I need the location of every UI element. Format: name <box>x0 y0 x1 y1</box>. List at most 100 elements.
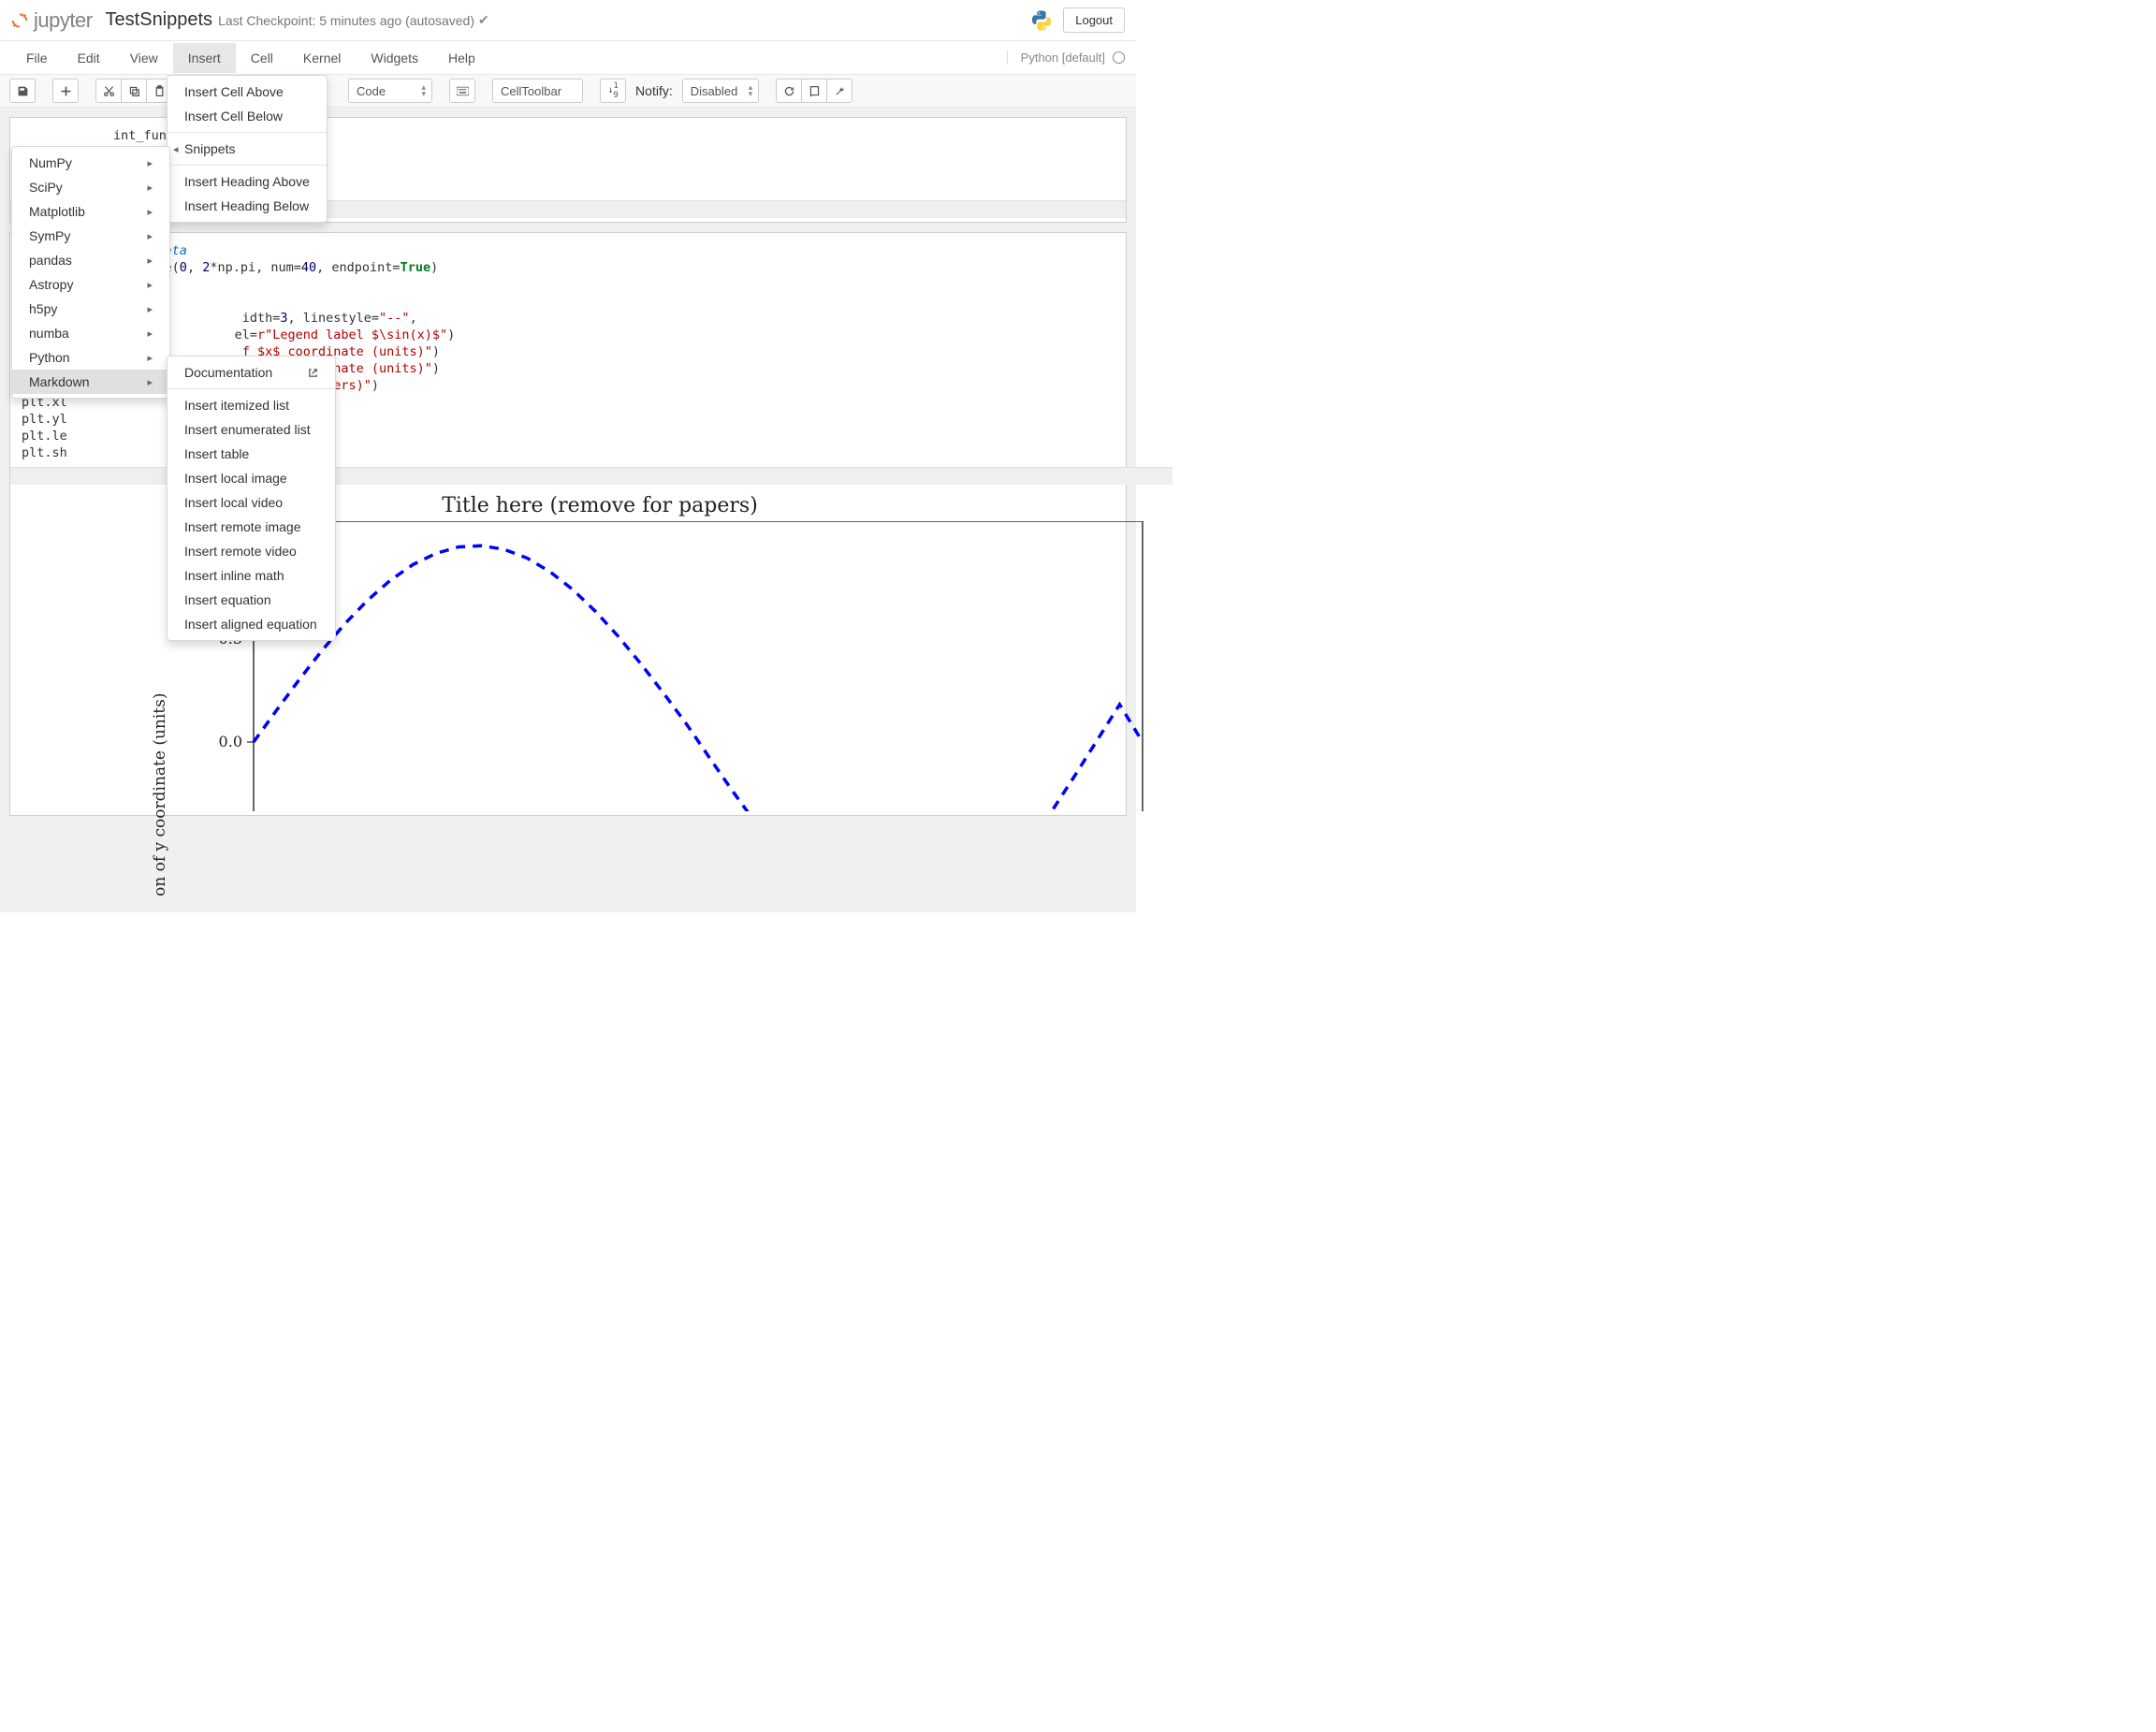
menu-item-pandas[interactable]: pandas ▸ <box>12 248 169 272</box>
y-axis-label: on of y coordinate (units) <box>151 693 169 897</box>
python-icon <box>1031 10 1052 31</box>
external-link-icon <box>308 368 318 378</box>
chevron-right-icon: ▸ <box>147 255 153 267</box>
menu-item-insert-itemized-list[interactable]: Insert itemized list <box>168 393 335 417</box>
kernel-indicator: Python [default] <box>1007 51 1125 65</box>
menu-item-insert-local-video[interactable]: Insert local video <box>168 490 335 515</box>
notify-select[interactable]: Disabled▴▾ <box>682 79 760 103</box>
menu-help[interactable]: Help <box>433 43 490 73</box>
menu-item-insert-inline-math[interactable]: Insert inline math <box>168 563 335 588</box>
menu-item-label: Insert remote image <box>184 519 301 534</box>
menu-item-insert-remote-image[interactable]: Insert remote image <box>168 515 335 539</box>
menu-item-insert-enumerated-list[interactable]: Insert enumerated list <box>168 417 335 442</box>
menu-item-label: Snippets <box>184 141 235 156</box>
menu-item-label: Insert remote video <box>184 544 297 559</box>
menu-item-label: Insert enumerated list <box>184 422 311 437</box>
menu-item-label: Insert Cell Above <box>184 84 284 99</box>
menu-item-snippets[interactable]: ◂ Snippets <box>168 137 327 161</box>
sort-button[interactable]: ↓19 <box>600 79 626 103</box>
menu-item-insert-cell-above[interactable]: Insert Cell Above <box>168 80 327 104</box>
chevron-right-icon: ▸ <box>147 230 153 242</box>
checkpoint-status: Last Checkpoint: 5 minutes ago (autosave… <box>218 13 474 28</box>
chevron-right-icon: ▸ <box>147 182 153 194</box>
menu-item-matplotlib[interactable]: Matplotlib ▸ <box>12 199 169 224</box>
menu-item-label: Documentation <box>184 365 272 380</box>
menu-item-insert-table[interactable]: Insert table <box>168 442 335 466</box>
menu-widgets[interactable]: Widgets <box>356 43 433 73</box>
menu-item-label: Insert Cell Below <box>184 109 283 124</box>
menu-item-insert-cell-below[interactable]: Insert Cell Below <box>168 104 327 128</box>
jupyter-logo[interactable]: jupyter <box>11 8 93 33</box>
menu-item-label: numba <box>29 326 69 341</box>
menu-item-label: Insert Heading Below <box>184 198 309 213</box>
celltoolbar-select[interactable]: CellToolbar <box>492 79 583 103</box>
menu-item-label: SymPy <box>29 228 70 243</box>
logout-button[interactable]: Logout <box>1063 7 1125 33</box>
menu-item-numpy[interactable]: NumPy ▸ <box>12 151 169 175</box>
menu-cell[interactable]: Cell <box>236 43 288 73</box>
chevron-right-icon: ▸ <box>147 206 153 218</box>
menu-item-python[interactable]: Python ▸ <box>12 345 169 370</box>
chevron-left-icon: ◂ <box>173 143 179 155</box>
markdown-submenu: Documentation Insert itemized list Insert … <box>167 356 336 641</box>
menu-item-insert-aligned-equation[interactable]: Insert aligned equation <box>168 612 335 636</box>
chevron-right-icon: ▸ <box>147 279 153 291</box>
jupyter-logo-text: jupyter <box>34 8 93 33</box>
menu-item-h5py[interactable]: h5py ▸ <box>12 297 169 321</box>
menu-item-sympy[interactable]: SymPy ▸ <box>12 224 169 248</box>
notebook-name[interactable]: TestSnippets <box>106 9 213 31</box>
menu-item-label: Insert inline math <box>184 568 284 583</box>
menu-item-label: Astropy <box>29 277 73 292</box>
svg-text:0.0: 0.0 <box>219 733 242 750</box>
menu-item-insert-heading-above[interactable]: Insert Heading Above <box>168 169 327 194</box>
menu-insert[interactable]: Insert <box>173 43 236 73</box>
menu-item-label: Matplotlib <box>29 204 85 219</box>
menu-edit[interactable]: Edit <box>63 43 115 73</box>
menu-item-label: Python <box>29 350 70 365</box>
menu-item-insert-remote-video[interactable]: Insert remote video <box>168 539 335 563</box>
chevron-right-icon: ▸ <box>147 376 153 388</box>
cell-type-select[interactable]: Code▴▾ <box>348 79 432 103</box>
menu-item-label: Insert Heading Above <box>184 174 310 189</box>
menu-item-documentation[interactable]: Documentation <box>168 360 335 385</box>
menu-view[interactable]: View <box>115 43 173 73</box>
menu-file[interactable]: File <box>11 43 63 73</box>
menu-item-label: Markdown <box>29 374 90 389</box>
menu-item-label: h5py <box>29 301 57 316</box>
jupyter-icon <box>11 12 28 29</box>
menu-item-insert-equation[interactable]: Insert equation <box>168 588 335 612</box>
menu-item-label: Insert local image <box>184 471 287 486</box>
copy-button[interactable] <box>121 79 147 103</box>
menubar: FileEditViewInsertCellKernelWidgetsHelp P… <box>0 41 1136 75</box>
chevron-right-icon: ▸ <box>147 352 153 364</box>
reload-button[interactable] <box>776 79 802 103</box>
menu-item-label: Insert local video <box>184 495 283 510</box>
menu-item-label: NumPy <box>29 155 72 170</box>
kernel-status-icon <box>1113 51 1125 64</box>
menu-item-label: Insert aligned equation <box>184 617 317 632</box>
menu-item-insert-local-image[interactable]: Insert local image <box>168 466 335 490</box>
notebook-header: jupyter TestSnippets Last Checkpoint: 5 … <box>0 0 1136 41</box>
menu-item-numba[interactable]: numba ▸ <box>12 321 169 345</box>
insert-cell-button[interactable] <box>52 79 79 103</box>
autosave-check-icon: ✔ <box>478 12 489 28</box>
notify-label: Notify: <box>635 83 673 98</box>
menu-item-scipy[interactable]: SciPy ▸ <box>12 175 169 199</box>
menu-item-label: SciPy <box>29 180 63 195</box>
insert-menu-dropdown: Insert Cell Above Insert Cell Below ◂ Snipp… <box>167 75 328 223</box>
menu-item-insert-heading-below[interactable]: Insert Heading Below <box>168 194 327 218</box>
book-button[interactable] <box>801 79 827 103</box>
chevron-right-icon: ▸ <box>147 303 153 315</box>
command-palette-button[interactable] <box>449 79 475 103</box>
menu-item-label: Insert equation <box>184 592 271 607</box>
menu-item-astropy[interactable]: Astropy ▸ <box>12 272 169 297</box>
save-button[interactable] <box>9 79 36 103</box>
menu-item-markdown[interactable]: Markdown ▸ <box>12 370 169 394</box>
chevron-right-icon: ▸ <box>147 157 153 169</box>
menu-item-label: Insert itemized list <box>184 398 289 413</box>
chevron-right-icon: ▸ <box>147 327 153 340</box>
wrench-button[interactable] <box>826 79 852 103</box>
menu-item-label: pandas <box>29 253 72 268</box>
cut-button[interactable] <box>95 79 122 103</box>
menu-kernel[interactable]: Kernel <box>288 43 356 73</box>
